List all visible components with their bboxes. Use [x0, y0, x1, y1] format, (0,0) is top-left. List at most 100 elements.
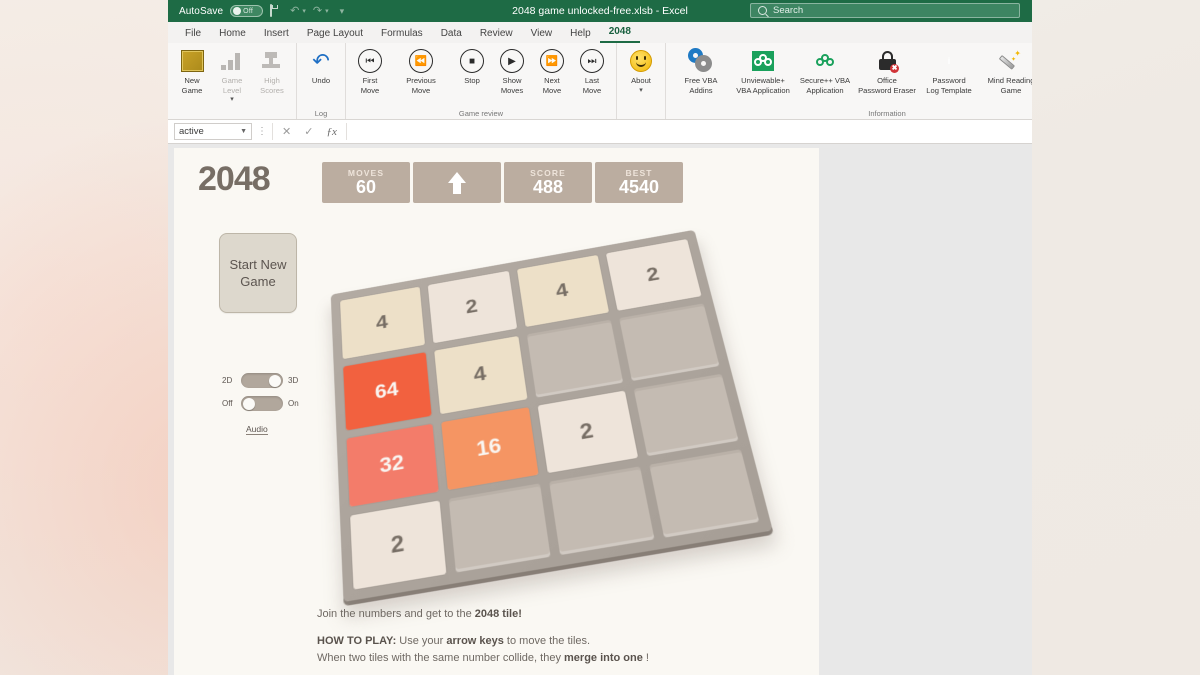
redo-dropdown-icon[interactable]: ▾ [325, 7, 329, 15]
game-board-wrapper: 4 2 4 2 64 4 32 16 2 2 [312, 206, 782, 606]
ribbon-button-label: About [631, 76, 651, 85]
instructions: Join the numbers and get to the 2048 til… [317, 606, 747, 667]
audio-toggle-row: Off On [222, 396, 302, 411]
direction-indicator [413, 162, 501, 203]
tile-64: 64 [343, 352, 432, 431]
ribbon: New Game Game Level ▾ High Scores ↶ Undo Log ⏮ F… [168, 43, 1032, 120]
ribbon-button-first-move[interactable]: ⏮ First Move [350, 43, 390, 119]
tile-4: 4 [340, 286, 426, 360]
save-icon[interactable] [270, 3, 283, 18]
board-cell: 64 [343, 352, 432, 431]
tile-value: 2 [389, 529, 405, 558]
ribbon-button-label: New Game [181, 76, 203, 95]
tile-value: 4 [472, 361, 488, 387]
game-board[interactable]: 4 2 4 2 64 4 32 16 2 2 [330, 229, 773, 602]
tab-page-layout[interactable]: Page Layout [298, 24, 372, 43]
ribbon-button-next-move[interactable]: ⏩ Next Move [532, 43, 572, 119]
ribbon-button-about[interactable]: About ▾ [621, 43, 661, 119]
tile-16: 16 [441, 406, 539, 490]
autosave-label: AutoSave [179, 5, 224, 17]
board-cell: 4 [516, 254, 609, 328]
ribbon-button-game-level[interactable]: Game Level ▾ [212, 43, 252, 119]
tile-2: 2 [350, 500, 447, 590]
worksheet-blank-area [819, 148, 1032, 675]
board-cell: 2 [350, 500, 447, 590]
start-new-game-button[interactable]: Start New Game [219, 233, 297, 313]
dimension-toggle-left-label: 2D [222, 376, 233, 385]
undo-icon[interactable]: ↶ [290, 5, 299, 18]
ribbon-button-password-log-template[interactable]: i Password Log Template [918, 43, 980, 119]
ribbon-button-last-move[interactable]: ⏭ Last Move [572, 43, 612, 119]
trophy-icon [261, 48, 283, 74]
autosave-toggle[interactable]: Off [230, 5, 264, 17]
board-cell: 2 [537, 390, 638, 473]
tab-view[interactable]: View [522, 24, 562, 43]
ribbon-button-previous-move[interactable]: ⏪ Previous Move [390, 43, 452, 119]
formula-bar: active ▼ ⋮ ✕ ✓ ƒx [168, 120, 1032, 144]
ribbon-button-label: Secure++ VBA Application [799, 76, 851, 95]
dimension-toggle-right-label: 3D [288, 376, 299, 385]
qat-more-icon[interactable]: ▾ [340, 6, 345, 17]
dimension-toggle[interactable] [241, 373, 283, 388]
ribbon-button-label: Free VBA Addins [684, 76, 718, 95]
ribbon-button-label: Game Level [221, 76, 243, 95]
ribbon-group-label: Game review [458, 109, 504, 118]
ribbon-button-office-password-eraser[interactable]: ✖ Office Password Eraser [856, 43, 918, 119]
ribbon-button-label: Password Log Template [926, 76, 972, 95]
instructions-line2-text: Use your [396, 635, 447, 647]
ribbon-group-log: ↶ Undo Log [296, 43, 345, 119]
audio-caption: Audio [246, 424, 268, 435]
tile-value: 32 [378, 450, 405, 478]
board-cell: 32 [346, 423, 439, 507]
game-header: 2048 [198, 160, 271, 199]
tab-data[interactable]: Data [432, 24, 471, 43]
ribbon-button-unviewable-vba-application[interactable]: Unviewable+ VBA Application [732, 43, 794, 119]
ribbon-button-secure-vba-application[interactable]: Secure++ VBA Application [794, 43, 856, 119]
ribbon-button-stop[interactable]: ■ Stop [452, 43, 492, 119]
tab-file[interactable]: File [176, 24, 210, 43]
formula-bar-divider: ⋮ [257, 126, 267, 137]
ribbon-button-high-scores[interactable]: High Scores [252, 43, 292, 119]
cancel-icon[interactable]: ✕ [282, 125, 291, 138]
board-cell: 16 [441, 406, 539, 490]
chevron-down-icon[interactable]: ▾ [639, 87, 643, 94]
tile-4: 4 [434, 336, 527, 414]
tab-2048[interactable]: 2048 [599, 22, 640, 43]
instructions-line1-text: Join the numbers and get to the [317, 608, 475, 620]
ribbon-group-game-review: ⏮ First Move ⏪ Previous Move ■ Stop ▶ Show Move… [345, 43, 616, 119]
tab-formulas[interactable]: Formulas [372, 24, 432, 43]
tab-review[interactable]: Review [471, 24, 522, 43]
tile-2: 2 [427, 270, 517, 344]
name-box[interactable]: active ▼ [174, 123, 252, 140]
tile-value: 2 [644, 262, 662, 286]
confirm-icon[interactable]: ✓ [304, 125, 313, 138]
audio-toggle-right-label: On [288, 399, 299, 408]
ribbon-group-information: Free VBA Addins Unviewable+ VBA Applicati… [665, 43, 1032, 119]
fx-icon[interactable]: ƒx [326, 126, 336, 138]
formula-input[interactable] [351, 123, 1026, 140]
ribbon-group-label: Information [868, 109, 906, 118]
formula-action-buttons: ✕ ✓ ƒx [272, 123, 347, 140]
ribbon-button-label: Last Move [582, 76, 602, 95]
instructions-line1-bold: 2048 tile! [474, 608, 522, 620]
tab-help[interactable]: Help [561, 24, 600, 43]
redo-icon[interactable]: ↷ [313, 5, 322, 18]
ribbon-button-new-game[interactable]: New Game [172, 43, 212, 119]
ribbon-button-label: Undo [311, 76, 331, 85]
search-input[interactable]: Search [750, 3, 1020, 18]
chevron-down-icon[interactable]: ▾ [230, 96, 234, 103]
ribbon-button-label: Office Password Eraser [858, 76, 916, 95]
title-bar: AutoSave Off ↶ ▾ ↷ ▾ ▾ 2048 game unlocke… [168, 0, 1032, 22]
tab-insert[interactable]: Insert [255, 24, 298, 43]
tab-home[interactable]: Home [210, 24, 255, 43]
lock-remove-icon: ✖ [877, 48, 899, 74]
instructions-line3-text: When two tiles with the same number coll… [317, 652, 565, 664]
ribbon-button-undo[interactable]: ↶ Undo [301, 43, 341, 119]
audio-toggle[interactable] [241, 396, 283, 411]
undo-dropdown-icon[interactable]: ▾ [302, 7, 306, 15]
ribbon-button-show-moves[interactable]: ▶ Show Moves [492, 43, 532, 119]
ribbon-button-mind-reading-game[interactable]: ✦ ✦ Mind Reading Game [980, 43, 1032, 119]
ribbon-button-free-vba-addins[interactable]: Free VBA Addins [670, 43, 732, 119]
autosave-state: Off [243, 7, 253, 15]
last-move-icon: ⏭ [580, 48, 604, 74]
